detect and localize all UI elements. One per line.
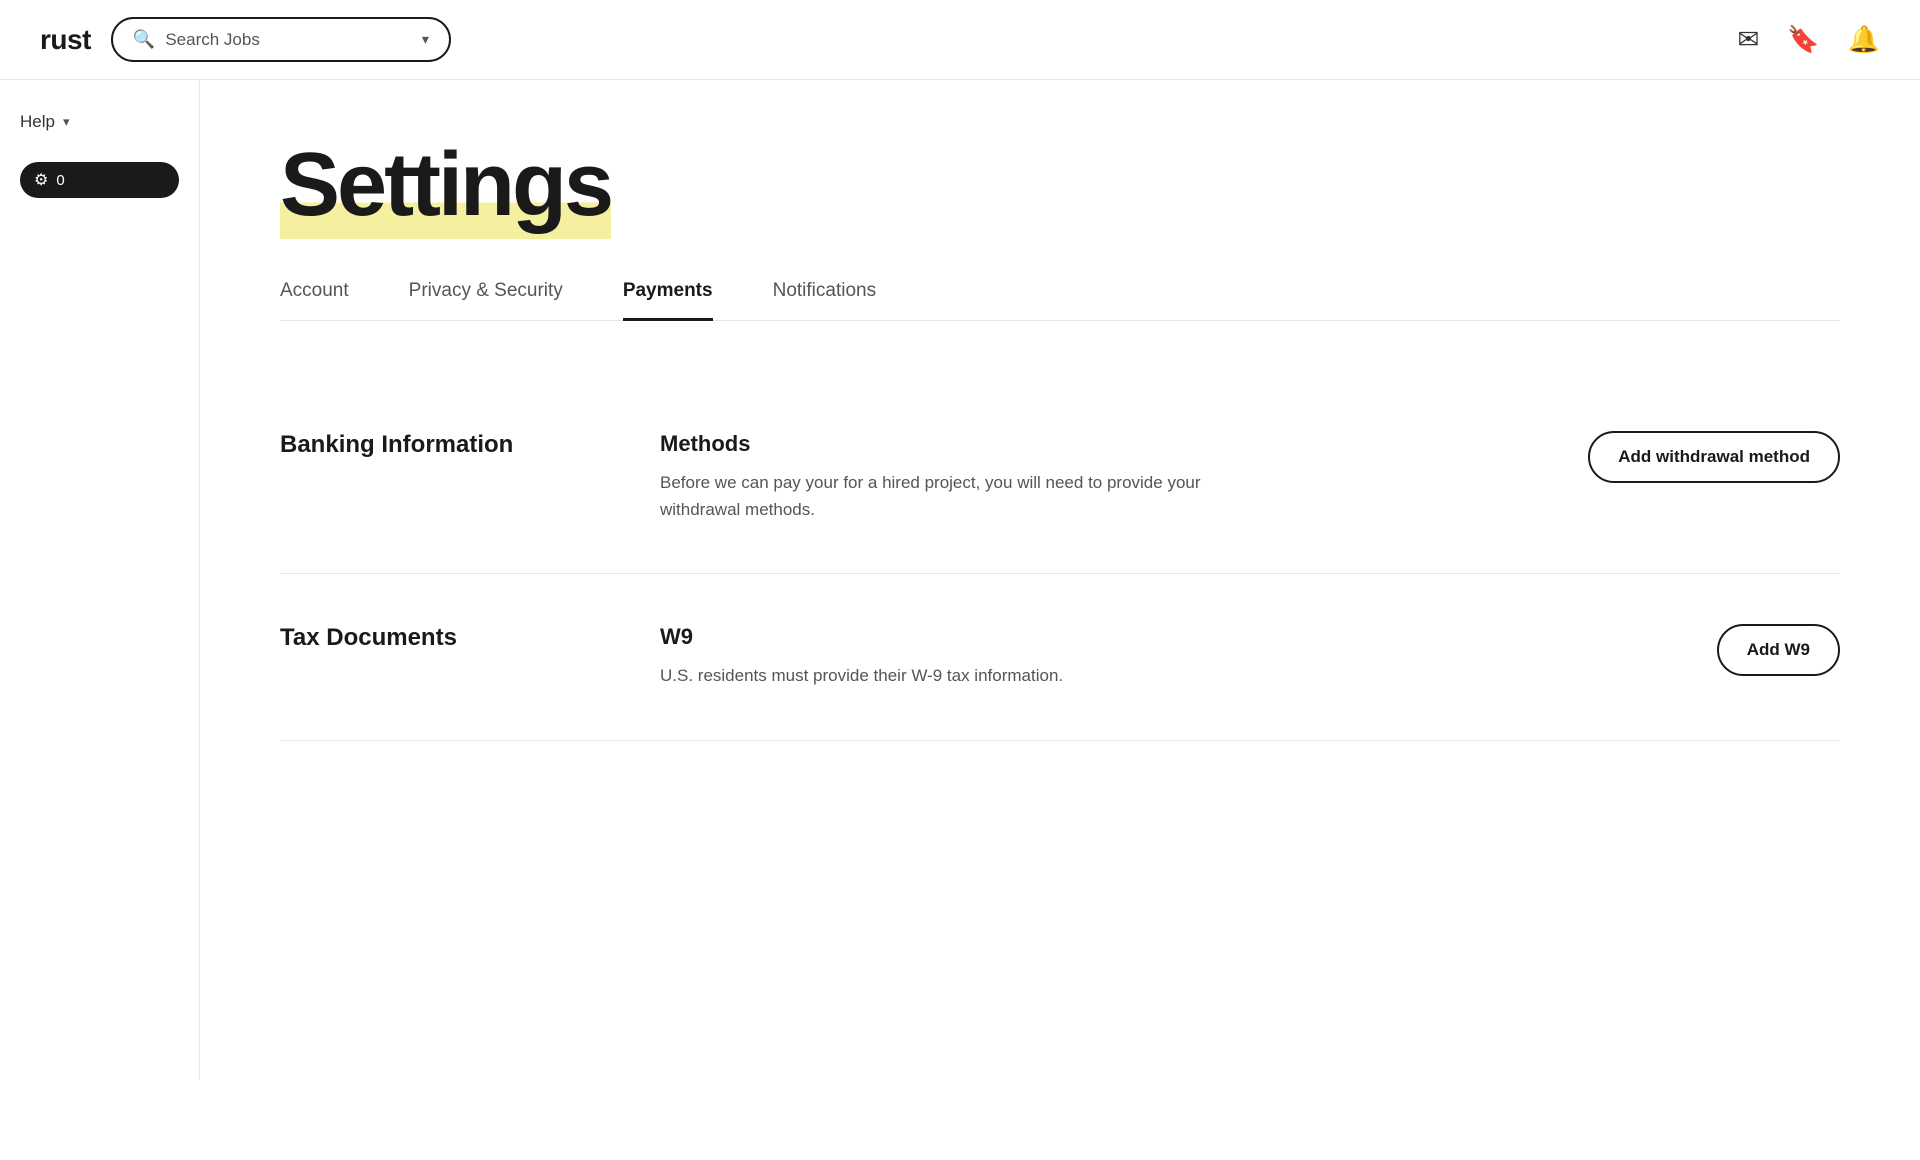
title-wrap: Settings [280,140,1840,230]
add-earn-label[interactable]: Add Earn [0,216,199,233]
search-icon: 🔍 [133,29,155,50]
banking-label: Banking Information [280,431,600,459]
mail-icon[interactable]: ✉ [1737,24,1759,55]
methods-title: Methods [660,431,1520,457]
tab-privacy[interactable]: Privacy & Security [409,280,563,321]
methods-description: Before we can pay your for a hired proje… [660,469,1260,523]
w9-description: U.S. residents must provide their W-9 ta… [660,662,1260,689]
tab-account[interactable]: Account [280,280,349,321]
gear-icon: ⚙ [34,170,48,190]
tax-content: W9 U.S. residents must provide their W-9… [660,624,1520,689]
bell-icon[interactable]: 🔔 [1848,24,1880,55]
search-placeholder: Search Jobs [165,30,412,50]
tab-payments[interactable]: Payments [623,280,713,321]
header-left: rust 🔍 Search Jobs ▾ [40,17,451,62]
banking-section: Banking Information Methods Before we ca… [280,381,1840,574]
page-title: Settings [280,135,611,239]
help-label: Help [20,112,55,132]
earn-badge[interactable]: ⚙ 0 [20,162,179,198]
chevron-down-icon: ▾ [422,31,429,48]
main-content: Settings Account Privacy & Security Paym… [200,80,1920,1080]
add-w9-button[interactable]: Add W9 [1717,624,1840,676]
header-right: ✉ 🔖 🔔 [1737,24,1880,55]
logo[interactable]: rust [40,24,91,56]
add-withdrawal-method-button[interactable]: Add withdrawal method [1588,431,1840,483]
earn-badge-count: 0 [56,172,64,189]
sidebar-help[interactable]: Help ▾ [0,100,199,144]
banking-action: Add withdrawal method [1580,431,1840,483]
tabs-nav: Account Privacy & Security Payments Noti… [280,280,1840,321]
search-bar[interactable]: 🔍 Search Jobs ▾ [111,17,451,62]
bookmark-icon[interactable]: 🔖 [1787,24,1819,55]
chevron-down-icon: ▾ [63,114,70,130]
w9-title: W9 [660,624,1520,650]
tax-section: Tax Documents W9 U.S. residents must pro… [280,574,1840,740]
banking-content: Methods Before we can pay your for a hir… [660,431,1520,523]
sidebar: Help ▾ ⚙ 0 Add Earn [0,80,200,1080]
tab-notifications[interactable]: Notifications [773,280,877,321]
header: rust 🔍 Search Jobs ▾ ✉ 🔖 🔔 [0,0,1920,80]
tax-action: Add W9 [1580,624,1840,676]
tax-label: Tax Documents [280,624,600,652]
